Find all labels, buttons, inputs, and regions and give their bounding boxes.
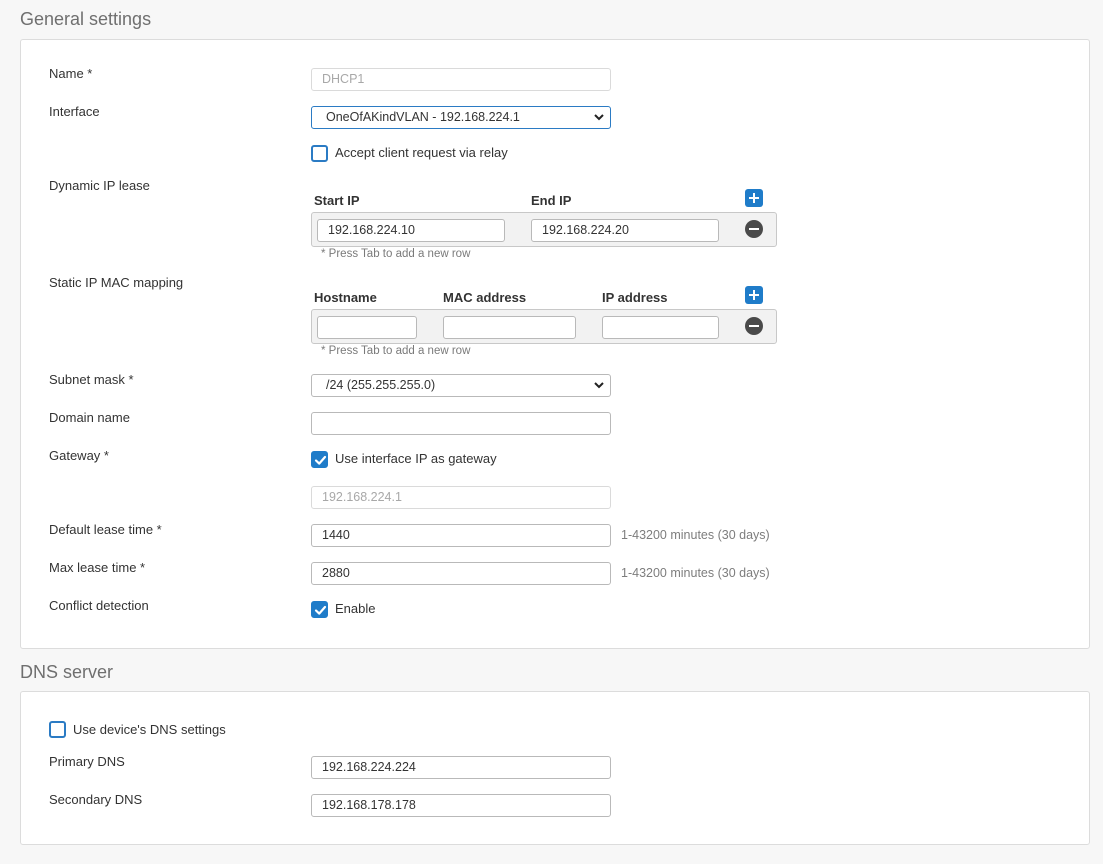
ip-address-input[interactable]: [602, 316, 719, 339]
secondary-dns-label: Secondary DNS: [49, 792, 143, 807]
hostname-input[interactable]: [317, 316, 417, 339]
checkmark-icon: [314, 605, 327, 615]
checkmark-icon: [314, 455, 327, 465]
ip-address-header: IP address: [602, 290, 668, 305]
dns-server-title: DNS server: [20, 662, 114, 682]
gateway-checkbox[interactable]: [311, 451, 328, 468]
name-label: Name *: [49, 66, 93, 81]
relay-checkbox[interactable]: [311, 145, 328, 162]
end-ip-header: End IP: [531, 193, 572, 208]
hostname-header: Hostname: [314, 290, 377, 305]
relay-checkbox-label: Accept client request via relay: [335, 145, 508, 160]
use-device-dns-checkbox[interactable]: [49, 721, 66, 738]
static-mapping-hint: * Press Tab to add a new row: [321, 345, 471, 357]
gateway-checkbox-label: Use interface IP as gateway: [335, 451, 497, 466]
end-ip-input[interactable]: 192.168.224.20: [531, 219, 719, 242]
conflict-detection-checkbox-label: Enable: [335, 601, 376, 616]
general-settings-title: General settings: [20, 9, 152, 29]
subnet-mask-select[interactable]: /24 (255.255.255.0): [311, 374, 611, 397]
conflict-detection-label: Conflict detection: [49, 598, 149, 613]
primary-dns-input[interactable]: 192.168.224.224: [311, 756, 611, 779]
start-ip-header: Start IP: [314, 193, 360, 208]
max-lease-time-input[interactable]: 2880: [311, 562, 611, 585]
conflict-detection-checkbox[interactable]: [311, 601, 328, 618]
subnet-mask-label: Subnet mask *: [49, 372, 134, 387]
secondary-dns-input[interactable]: 192.168.178.178: [311, 794, 611, 817]
domain-name-label: Domain name: [49, 410, 130, 425]
interface-select[interactable]: OneOfAKindVLAN - 192.168.224.1: [311, 106, 611, 129]
max-lease-time-label: Max lease time *: [49, 560, 146, 575]
gateway-ip-field[interactable]: 192.168.224.1: [311, 486, 611, 509]
chevron-down-icon: [594, 382, 604, 389]
primary-dns-label: Primary DNS: [49, 754, 125, 769]
gateway-label: Gateway *: [49, 448, 109, 463]
start-ip-input[interactable]: 192.168.224.10: [317, 219, 505, 242]
default-lease-time-input[interactable]: 1440: [311, 524, 611, 547]
dynamic-ip-hint: * Press Tab to add a new row: [321, 248, 471, 260]
static-ip-mac-mapping-label: Static IP MAC mapping: [49, 275, 184, 290]
max-lease-time-unit: 1-43200 minutes (30 days): [621, 566, 770, 580]
add-dynamic-row-button[interactable]: [745, 189, 763, 207]
subnet-mask-value: /24 (255.255.255.0): [326, 378, 436, 392]
use-device-dns-label: Use device's DNS settings: [73, 722, 226, 737]
interface-select-value: OneOfAKindVLAN - 192.168.224.1: [326, 110, 520, 124]
mac-address-input[interactable]: [443, 316, 576, 339]
default-lease-time-unit: 1-43200 minutes (30 days): [621, 528, 770, 542]
add-static-row-button[interactable]: [745, 286, 763, 304]
domain-name-input[interactable]: [311, 412, 611, 435]
remove-static-row-button[interactable]: [745, 317, 763, 335]
general-settings-panel: [20, 39, 1090, 649]
dynamic-ip-lease-label: Dynamic IP lease: [49, 178, 150, 193]
interface-label: Interface: [49, 104, 100, 119]
mac-address-header: MAC address: [443, 290, 527, 305]
chevron-down-icon: [594, 114, 604, 121]
name-field[interactable]: DHCP1: [311, 68, 611, 91]
remove-dynamic-row-button[interactable]: [745, 220, 763, 238]
default-lease-time-label: Default lease time *: [49, 522, 162, 537]
